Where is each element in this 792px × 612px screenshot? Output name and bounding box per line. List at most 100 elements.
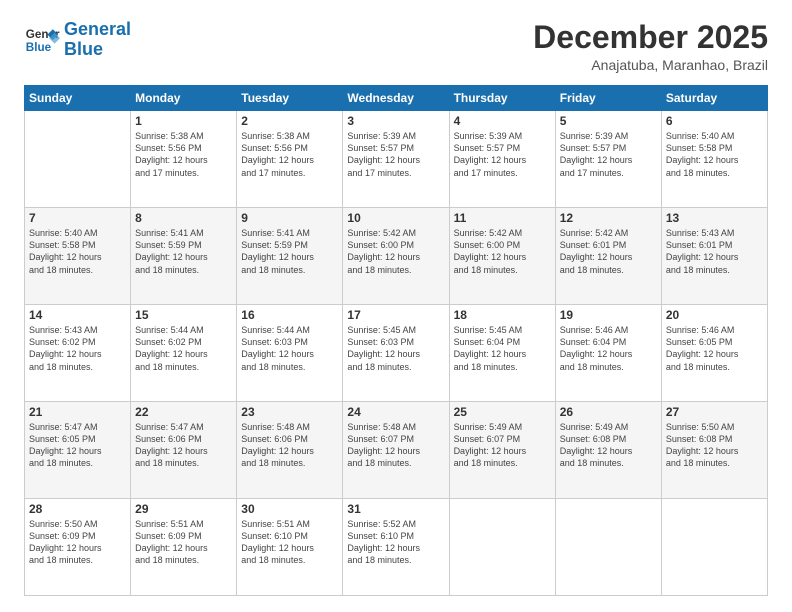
day-number: 19 [560, 308, 657, 322]
logo-general: General [64, 19, 131, 39]
calendar-cell: 16 Sunrise: 5:44 AMSunset: 6:03 PMDayligh… [237, 305, 343, 402]
day-number: 29 [135, 502, 232, 516]
col-monday: Monday [131, 86, 237, 111]
calendar-cell: 12Sunrise: 5:42 AMSunset: 6:01 PMDayligh… [555, 208, 661, 305]
page: General Blue General Blue December 2025 … [0, 0, 792, 612]
day-info: Sunrise: 5:38 AMSunset: 5:56 PMDaylight:… [135, 130, 232, 179]
day-info: Sunrise: 5:41 AMSunset: 5:59 PMDaylight:… [241, 227, 338, 276]
day-number: 26 [560, 405, 657, 419]
day-number: 20 [666, 308, 763, 322]
day-number: 25 [454, 405, 551, 419]
day-info: Sunrise: 5:39 AMSunset: 5:57 PMDaylight:… [454, 130, 551, 179]
day-number: 11 [454, 211, 551, 225]
calendar-cell [449, 499, 555, 596]
day-number: 27 [666, 405, 763, 419]
day-number: 2 [241, 114, 338, 128]
day-number: 6 [666, 114, 763, 128]
calendar-cell: 10 Sunrise: 5:42 AMSunset: 6:00 PMDayligh… [343, 208, 449, 305]
day-info: Sunrise: 5:39 AMSunset: 5:57 PMDaylight:… [347, 130, 444, 179]
day-info: Sunrise: 5:45 AMSunset: 6:04 PMDaylight:… [454, 324, 551, 373]
calendar-cell: 17Sunrise: 5:45 AMSunset: 6:03 PMDayligh… [343, 305, 449, 402]
calendar-week-5: 28 Sunrise: 5:50 AMSunset: 6:09 PMDayligh… [25, 499, 768, 596]
day-number: 14 [29, 308, 126, 322]
day-info: Sunrise: 5:47 AMSunset: 6:06 PMDaylight:… [135, 421, 232, 470]
day-info: Sunrise: 5:47 AMSunset: 6:05 PMDaylight:… [29, 421, 126, 470]
day-number: 30 [241, 502, 338, 516]
day-info: Sunrise: 5:42 AMSunset: 6:00 PMDaylight:… [347, 227, 444, 276]
col-wednesday: Wednesday [343, 86, 449, 111]
day-number: 28 [29, 502, 126, 516]
calendar-header-row: Sunday Monday Tuesday Wednesday Thursday… [25, 86, 768, 111]
day-info: Sunrise: 5:40 AMSunset: 5:58 PMDaylight:… [29, 227, 126, 276]
calendar-cell: 11 Sunrise: 5:42 AMSunset: 6:00 PMDayligh… [449, 208, 555, 305]
day-info: Sunrise: 5:51 AMSunset: 6:10 PMDaylight:… [241, 518, 338, 567]
day-info: Sunrise: 5:50 AMSunset: 6:09 PMDaylight:… [29, 518, 126, 567]
day-info: Sunrise: 5:40 AMSunset: 5:58 PMDaylight:… [666, 130, 763, 179]
day-number: 21 [29, 405, 126, 419]
day-number: 24 [347, 405, 444, 419]
day-number: 1 [135, 114, 232, 128]
calendar-week-1: 1 Sunrise: 5:38 AMSunset: 5:56 PMDaylight… [25, 111, 768, 208]
day-info: Sunrise: 5:41 AMSunset: 5:59 PMDaylight:… [135, 227, 232, 276]
calendar-cell: 8 Sunrise: 5:41 AMSunset: 5:59 PMDaylight… [131, 208, 237, 305]
calendar-cell [555, 499, 661, 596]
day-number: 8 [135, 211, 232, 225]
calendar-cell: 19 Sunrise: 5:46 AMSunset: 6:04 PMDayligh… [555, 305, 661, 402]
calendar-cell: 21 Sunrise: 5:47 AMSunset: 6:05 PMDayligh… [25, 402, 131, 499]
day-number: 7 [29, 211, 126, 225]
col-saturday: Saturday [661, 86, 767, 111]
title-block: December 2025 Anajatuba, Maranhao, Brazi… [533, 20, 768, 73]
subtitle: Anajatuba, Maranhao, Brazil [533, 57, 768, 73]
col-thursday: Thursday [449, 86, 555, 111]
day-number: 10 [347, 211, 444, 225]
day-info: Sunrise: 5:48 AMSunset: 6:07 PMDaylight:… [347, 421, 444, 470]
day-info: Sunrise: 5:46 AMSunset: 6:05 PMDaylight:… [666, 324, 763, 373]
calendar-table: Sunday Monday Tuesday Wednesday Thursday… [24, 85, 768, 596]
day-number: 5 [560, 114, 657, 128]
col-friday: Friday [555, 86, 661, 111]
day-info: Sunrise: 5:52 AMSunset: 6:10 PMDaylight:… [347, 518, 444, 567]
day-info: Sunrise: 5:50 AMSunset: 6:08 PMDaylight:… [666, 421, 763, 470]
calendar-cell: 14Sunrise: 5:43 AMSunset: 6:02 PMDayligh… [25, 305, 131, 402]
calendar-cell: 3 Sunrise: 5:39 AMSunset: 5:57 PMDaylight… [343, 111, 449, 208]
calendar-cell: 5 Sunrise: 5:39 AMSunset: 5:57 PMDaylight… [555, 111, 661, 208]
day-info: Sunrise: 5:44 AMSunset: 6:02 PMDaylight:… [135, 324, 232, 373]
calendar-cell: 25 Sunrise: 5:49 AMSunset: 6:07 PMDayligh… [449, 402, 555, 499]
col-sunday: Sunday [25, 86, 131, 111]
calendar-cell: 13Sunrise: 5:43 AMSunset: 6:01 PMDayligh… [661, 208, 767, 305]
main-title: December 2025 [533, 20, 768, 55]
calendar-cell: 22 Sunrise: 5:47 AMSunset: 6:06 PMDayligh… [131, 402, 237, 499]
calendar-cell [661, 499, 767, 596]
day-number: 15 [135, 308, 232, 322]
logo: General Blue General Blue [24, 20, 131, 60]
day-number: 22 [135, 405, 232, 419]
day-info: Sunrise: 5:42 AMSunset: 6:01 PMDaylight:… [560, 227, 657, 276]
day-info: Sunrise: 5:42 AMSunset: 6:00 PMDaylight:… [454, 227, 551, 276]
calendar-cell: 1 Sunrise: 5:38 AMSunset: 5:56 PMDaylight… [131, 111, 237, 208]
day-info: Sunrise: 5:51 AMSunset: 6:09 PMDaylight:… [135, 518, 232, 567]
day-info: Sunrise: 5:46 AMSunset: 6:04 PMDaylight:… [560, 324, 657, 373]
day-number: 13 [666, 211, 763, 225]
day-info: Sunrise: 5:49 AMSunset: 6:07 PMDaylight:… [454, 421, 551, 470]
day-info: Sunrise: 5:44 AMSunset: 6:03 PMDaylight:… [241, 324, 338, 373]
day-number: 3 [347, 114, 444, 128]
day-number: 31 [347, 502, 444, 516]
day-info: Sunrise: 5:38 AMSunset: 5:56 PMDaylight:… [241, 130, 338, 179]
day-number: 23 [241, 405, 338, 419]
calendar-cell: 28 Sunrise: 5:50 AMSunset: 6:09 PMDayligh… [25, 499, 131, 596]
calendar-week-4: 21 Sunrise: 5:47 AMSunset: 6:05 PMDayligh… [25, 402, 768, 499]
calendar-week-2: 7 Sunrise: 5:40 AMSunset: 5:58 PMDaylight… [25, 208, 768, 305]
calendar-cell: 31 Sunrise: 5:52 AMSunset: 6:10 PMDayligh… [343, 499, 449, 596]
logo-text: General Blue [64, 20, 131, 60]
logo-icon: General Blue [24, 22, 60, 58]
calendar-cell: 6 Sunrise: 5:40 AMSunset: 5:58 PMDaylight… [661, 111, 767, 208]
day-info: Sunrise: 5:39 AMSunset: 5:57 PMDaylight:… [560, 130, 657, 179]
calendar-cell [25, 111, 131, 208]
day-info: Sunrise: 5:48 AMSunset: 6:06 PMDaylight:… [241, 421, 338, 470]
calendar-cell: 2 Sunrise: 5:38 AMSunset: 5:56 PMDaylight… [237, 111, 343, 208]
day-number: 16 [241, 308, 338, 322]
calendar-week-3: 14Sunrise: 5:43 AMSunset: 6:02 PMDayligh… [25, 305, 768, 402]
day-number: 9 [241, 211, 338, 225]
day-info: Sunrise: 5:49 AMSunset: 6:08 PMDaylight:… [560, 421, 657, 470]
calendar-cell: 27 Sunrise: 5:50 AMSunset: 6:08 PMDayligh… [661, 402, 767, 499]
